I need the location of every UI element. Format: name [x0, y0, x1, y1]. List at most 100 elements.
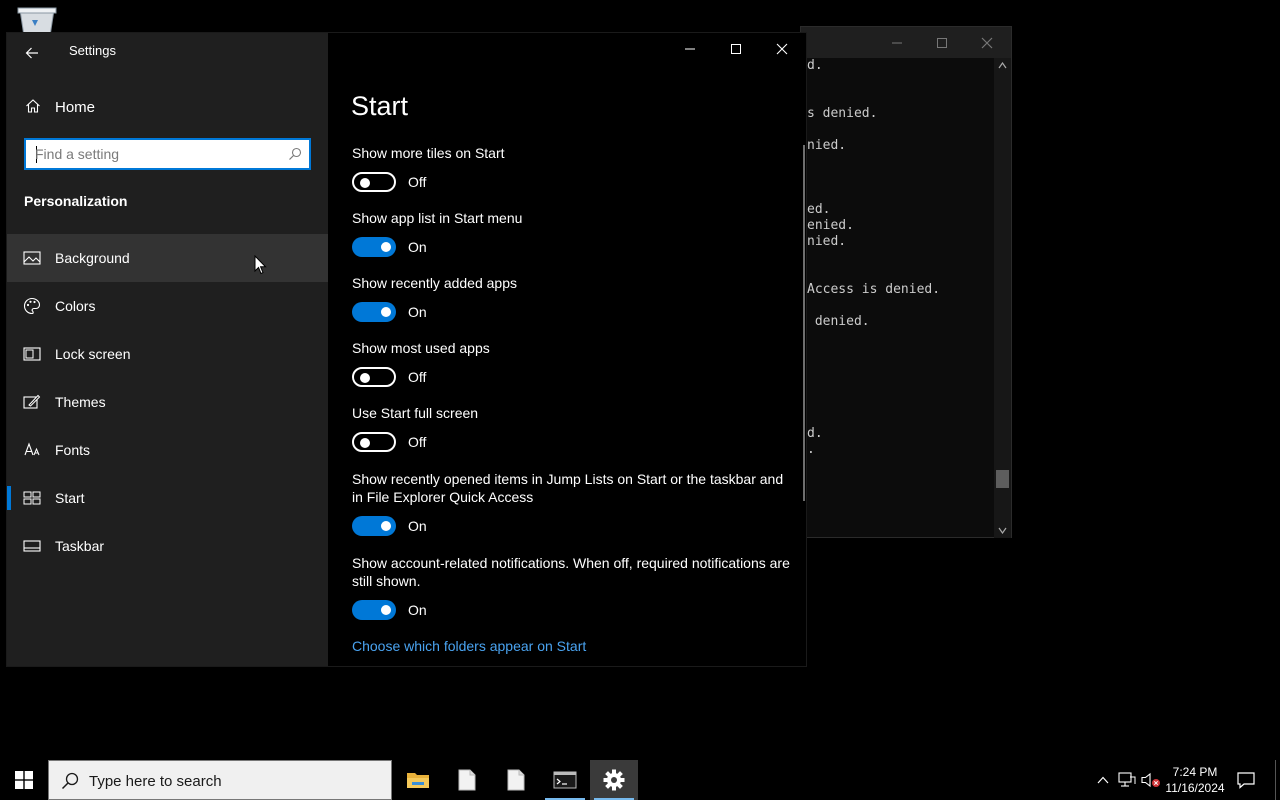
scroll-down-icon[interactable] [998, 527, 1007, 534]
home-nav-item[interactable]: Home [7, 89, 328, 125]
toggle-knob [360, 438, 370, 448]
taskbar-settings[interactable] [590, 760, 638, 800]
network-tray-button[interactable] [1117, 770, 1137, 790]
nav-item-background[interactable]: Background [7, 234, 328, 282]
page-title: Start [351, 91, 409, 121]
nav-item-lock-screen[interactable]: Lock screen [7, 330, 328, 378]
close-icon [981, 37, 993, 49]
taskbar: Type here to search 7:24 PM 11/16/2024 [0, 760, 1280, 800]
option-label: Show account-related notifications. When… [352, 555, 790, 589]
console-close-button[interactable] [965, 31, 1009, 55]
option-label: Show more tiles on Start [352, 145, 505, 161]
chevron-up-icon [1097, 776, 1109, 784]
console-output: d. s denied. nied. ed. enied. nied. Acce… [807, 58, 941, 457]
maximize-icon [937, 38, 947, 48]
toggle-knob [381, 521, 391, 531]
volume-tray-button[interactable] [1141, 770, 1161, 790]
action-center-button[interactable] [1236, 770, 1256, 795]
toggle-state: Off [408, 369, 427, 385]
mouse-cursor-icon [254, 255, 267, 275]
taskbar-document-2[interactable] [492, 760, 540, 800]
nav-item-taskbar[interactable]: Taskbar [7, 522, 328, 570]
nav-item-start[interactable]: Start [7, 474, 328, 522]
file-explorer-icon [407, 773, 429, 788]
option-label: Show recently opened items in Jump Lists… [352, 471, 784, 505]
console-scroll-thumb[interactable] [996, 470, 1009, 488]
toggle-show-more-tiles[interactable] [352, 172, 396, 192]
recycle-bin-icon[interactable] [16, 6, 58, 37]
nav-item-colors[interactable]: Colors [7, 282, 328, 330]
choose-folders-link[interactable]: Choose which folders appear on Start [352, 638, 586, 654]
settings-search-box[interactable] [24, 138, 311, 170]
selected-indicator [7, 486, 11, 510]
toggle-account-notifications[interactable] [352, 600, 396, 620]
scroll-up-icon[interactable] [998, 62, 1007, 69]
back-arrow-icon [25, 47, 38, 59]
console-title-bar[interactable] [801, 27, 1011, 58]
home-label: Home [55, 99, 96, 116]
start-icon [23, 491, 41, 505]
nav-label: Background [55, 250, 130, 266]
option-label: Show recently added apps [352, 275, 517, 291]
console-icon [553, 771, 577, 789]
taskbar-search-box[interactable]: Type here to search [48, 760, 392, 800]
toggle-knob [360, 178, 370, 188]
show-desktop-button[interactable] [1275, 760, 1280, 800]
settings-search-input[interactable] [35, 144, 275, 164]
close-button[interactable] [759, 33, 805, 65]
minimize-icon [685, 48, 695, 50]
taskbar-document-1[interactable] [443, 760, 491, 800]
nav-item-fonts[interactable]: Fonts [7, 426, 328, 474]
taskbar-file-explorer[interactable] [394, 760, 442, 800]
close-icon [776, 43, 788, 55]
taskbar-icon [23, 540, 41, 552]
toggle-state: On [408, 602, 427, 618]
minimize-button[interactable] [667, 33, 713, 65]
search-icon[interactable] [288, 147, 302, 161]
lock-screen-icon [23, 347, 41, 361]
settings-window[interactable]: Settings Home Personalization Background… [7, 33, 806, 666]
home-icon [26, 99, 40, 113]
clock-time: 7:24 PM [1172, 765, 1218, 779]
toggle-recently-added-apps[interactable] [352, 302, 396, 322]
picture-icon [23, 251, 41, 265]
themes-icon [23, 394, 41, 409]
taskbar-console[interactable] [541, 760, 589, 800]
settings-sidebar: Settings Home Personalization Background… [7, 33, 328, 666]
nav-label: Lock screen [55, 346, 131, 362]
console-minimize-button[interactable] [875, 31, 919, 55]
notification-icon [1237, 772, 1255, 789]
maximize-icon [731, 44, 741, 54]
toggle-knob [381, 307, 391, 317]
toggle-start-full-screen[interactable] [352, 432, 396, 452]
nav-label: Themes [55, 394, 106, 410]
document-icon [458, 769, 476, 791]
console-window[interactable]: d. s denied. nied. ed. enied. nied. Acce… [800, 26, 1012, 538]
toggle-knob [381, 242, 391, 252]
nav-item-themes[interactable]: Themes [7, 378, 328, 426]
back-button[interactable] [15, 37, 49, 69]
toggle-knob [381, 605, 391, 615]
toggle-jump-lists[interactable] [352, 516, 396, 536]
toggle-state: On [408, 239, 427, 255]
taskbar-clock[interactable]: 7:24 PM 11/16/2024 [1160, 764, 1230, 796]
maximize-button[interactable] [713, 33, 759, 65]
volume-muted-icon [1141, 772, 1160, 788]
window-title: Settings [69, 43, 116, 58]
option-label: Show most used apps [352, 340, 490, 356]
toggle-state: On [408, 304, 427, 320]
content-scrollbar[interactable] [803, 145, 805, 501]
network-icon [1118, 772, 1136, 787]
show-hidden-icons-button[interactable] [1093, 770, 1113, 790]
console-maximize-button[interactable] [920, 31, 964, 55]
toggle-show-app-list[interactable] [352, 237, 396, 257]
nav-label: Taskbar [55, 538, 105, 554]
document-icon [507, 769, 525, 791]
console-scrollbar[interactable] [994, 58, 1011, 538]
toggle-most-used-apps[interactable] [352, 367, 396, 387]
toggle-state: Off [408, 434, 427, 450]
taskbar-search-placeholder: Type here to search [89, 773, 222, 790]
search-icon [61, 772, 79, 790]
start-button[interactable] [0, 760, 48, 800]
palette-icon [24, 297, 41, 315]
